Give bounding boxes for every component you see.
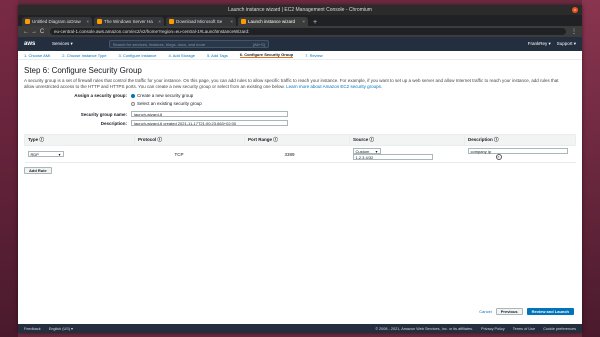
url-input[interactable]: eu-central-1.console.aws.amazon.com/ec2/… xyxy=(50,28,566,35)
previous-button[interactable]: Previous xyxy=(495,308,523,315)
aws-logo[interactable]: aws xyxy=(24,41,46,47)
step-instance-type[interactable]: 2. Choose Instance Type xyxy=(62,53,106,58)
tab-close-icon[interactable]: × xyxy=(230,19,233,24)
info-icon[interactable]: ⓘ xyxy=(370,137,375,142)
col-type: Type ⓘ xyxy=(24,134,135,146)
tab-bar: Untitled Diagram.ioDraw × The Windows Ser… xyxy=(18,15,582,26)
select-existing-radio[interactable] xyxy=(131,101,135,106)
support-menu[interactable]: Support ▾ xyxy=(557,41,576,47)
chevron-down-icon: ▾ xyxy=(375,148,378,154)
info-icon[interactable]: ⓘ xyxy=(494,137,499,142)
services-menu[interactable]: Services ▾ xyxy=(52,41,73,47)
step-choose-ami[interactable]: 1. Choose AMI xyxy=(24,53,50,58)
tab-close-icon[interactable]: × xyxy=(86,19,89,24)
col-protocol: Protocol ⓘ xyxy=(134,134,245,146)
window-titlebar: Launch instance wizard | EC2 Management … xyxy=(18,5,582,15)
info-icon[interactable]: ⓘ xyxy=(273,137,278,142)
col-source: Source ⓘ xyxy=(349,134,465,146)
tab-favicon-icon xyxy=(169,19,174,24)
feedback-link[interactable]: Feedback xyxy=(24,327,41,331)
address-bar: ← → C eu-central-1.console.aws.amazon.co… xyxy=(18,26,582,37)
window-title: Launch instance wizard | EC2 Management … xyxy=(228,7,372,13)
language-select[interactable]: English (US) ▾ xyxy=(49,326,73,331)
new-tab-button[interactable]: + xyxy=(310,19,320,26)
wizard-actions: Cancel Previous Review and Launch xyxy=(479,308,574,315)
group-name-input[interactable]: launch-wizard-6 xyxy=(131,111,288,117)
browser-tab-download[interactable]: Download Microsoft Se × xyxy=(166,17,236,26)
learn-more-link[interactable]: Learn more about Amazon EC2 security gro… xyxy=(286,84,382,89)
remove-rule-icon[interactable]: × xyxy=(495,154,502,160)
page-title: Step 6: Configure Security Group xyxy=(24,66,142,75)
select-existing-label[interactable]: Select an existing security group xyxy=(137,101,202,106)
assign-label: Assign a security group: xyxy=(74,93,127,98)
col-port-range: Port Range ⓘ xyxy=(244,134,350,146)
chevron-down-icon: ▾ xyxy=(58,151,61,157)
assign-row: Assign a security group: Create a new se… xyxy=(24,93,576,98)
browser-window: Launch instance wizard | EC2 Management … xyxy=(18,5,582,333)
back-icon[interactable]: ← xyxy=(22,29,30,35)
type-select[interactable]: RDP ▾ xyxy=(27,151,64,157)
privacy-link[interactable]: Privacy Policy xyxy=(481,327,505,331)
source-cidr-input[interactable]: 1.2.3.4/32 xyxy=(352,154,433,160)
col-description: Description ⓘ xyxy=(464,134,576,146)
terms-link[interactable]: Terms of Use xyxy=(513,327,535,331)
browser-tab-launch-wizard[interactable]: Launch instance wizard × xyxy=(238,17,308,26)
add-rule-button[interactable]: Add Rule xyxy=(24,167,52,174)
info-icon[interactable]: ⓘ xyxy=(39,137,44,142)
protocol-cell: TCP xyxy=(134,145,245,163)
group-name-label: Security group name: xyxy=(80,111,127,117)
step-security-group[interactable]: 6. Configure Security Group xyxy=(239,52,294,58)
aws-search-input[interactable]: Search for services, features, blogs, do… xyxy=(108,40,269,48)
info-icon[interactable]: ⓘ xyxy=(158,137,163,142)
aws-footer: Feedback English (US) ▾ © 2008 - 2021, A… xyxy=(18,324,582,333)
desktop-wallpaper-left xyxy=(0,0,18,337)
tab-favicon-icon xyxy=(97,19,102,24)
review-and-launch-button[interactable]: Review and Launch xyxy=(526,308,574,315)
desktop-wallpaper-right xyxy=(582,0,600,337)
window-close-icon[interactable]: × xyxy=(572,7,578,13)
tab-close-icon[interactable]: × xyxy=(158,19,161,24)
cookie-preferences-link[interactable]: Cookie preferences xyxy=(543,327,576,331)
step-review[interactable]: 7. Review xyxy=(305,53,323,58)
page-description: A security group is a set of firewall ru… xyxy=(24,78,559,89)
port-range-cell: 3389 xyxy=(244,145,350,163)
step-configure-instance[interactable]: 3. Configure Instance xyxy=(118,53,156,58)
step-add-tags[interactable]: 5. Add Tags xyxy=(207,53,228,58)
create-new-label[interactable]: Create a new security group xyxy=(137,93,193,98)
copyright-text: © 2008 - 2021, Amazon Web Services, Inc.… xyxy=(375,326,474,331)
group-description-label: Description: xyxy=(100,120,127,126)
table-row: RDP ▾ TCP 3389 Custom ▾ 1.2.3.4/32 company… xyxy=(24,145,576,163)
tab-favicon-icon xyxy=(241,19,246,24)
reload-icon[interactable]: C xyxy=(38,29,46,35)
tab-close-icon[interactable]: × xyxy=(302,19,305,24)
group-description-row: Description: launch-wizard-6 created 202… xyxy=(24,120,576,126)
main-content: Step 6: Configure Security Group A secur… xyxy=(18,60,582,178)
rules-table: Type ⓘ Protocol ⓘ Port Range ⓘ Source ⓘ … xyxy=(24,134,576,163)
forward-icon[interactable]: → xyxy=(30,29,38,35)
rule-description-input[interactable]: company ip xyxy=(467,148,568,154)
wizard-steps: 1. Choose AMI 2. Choose Instance Type 3.… xyxy=(18,51,582,60)
step-add-storage[interactable]: 4. Add Storage xyxy=(168,53,194,58)
cancel-link[interactable]: Cancel xyxy=(479,309,491,314)
group-description-input[interactable]: launch-wizard-6 created 2021-11-17T21:00… xyxy=(131,120,288,126)
create-new-radio[interactable] xyxy=(131,93,135,98)
group-name-row: Security group name: launch-wizard-6 xyxy=(24,111,576,117)
tab-favicon-icon xyxy=(25,19,30,24)
browser-tab-windows-server[interactable]: The Windows Server Ha × xyxy=(94,17,164,26)
browser-tab-drawio[interactable]: Untitled Diagram.ioDraw × xyxy=(22,17,92,26)
aws-topbar: aws Services ▾ Search for services, feat… xyxy=(18,37,582,51)
assign-existing-row: Select an existing security group xyxy=(24,101,576,106)
account-menu[interactable]: FrankRey ▾ xyxy=(528,41,551,47)
browser-menu-icon[interactable]: ⋮ xyxy=(570,28,578,35)
